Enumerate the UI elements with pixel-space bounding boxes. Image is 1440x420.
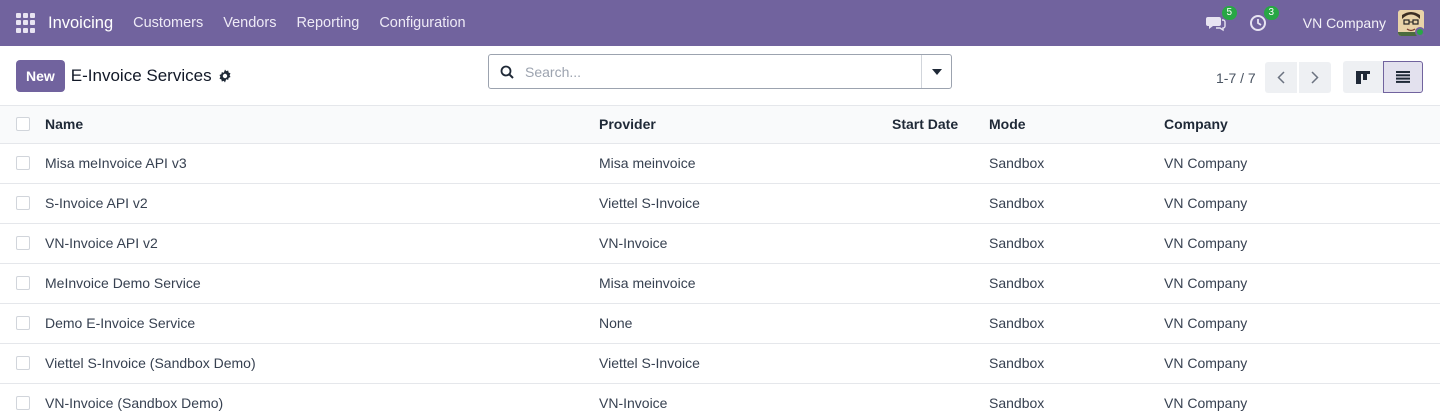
column-header-mode[interactable]: Mode — [989, 106, 1164, 144]
row-checkbox[interactable] — [16, 196, 30, 210]
messages-count-badge: 5 — [1221, 6, 1237, 20]
kanban-icon — [1356, 70, 1370, 84]
table-row[interactable]: VN-Invoice (Sandbox Demo) VN-Invoice San… — [0, 383, 1440, 420]
cell-start-date — [892, 223, 989, 264]
activities-button[interactable]: 3 — [1247, 6, 1279, 34]
column-header-company[interactable]: Company — [1164, 106, 1440, 144]
cell-start-date — [892, 183, 989, 224]
cell-mode: Sandbox — [989, 183, 1164, 224]
list-icon — [1396, 71, 1410, 83]
table-row[interactable]: MeInvoice Demo Service Misa meinvoice Sa… — [0, 263, 1440, 304]
column-header-name[interactable]: Name — [45, 106, 599, 144]
cell-provider: Misa meinvoice — [599, 143, 892, 184]
search-options-toggle[interactable] — [921, 55, 951, 88]
kanban-view-button[interactable] — [1343, 61, 1383, 93]
chevron-left-icon — [1277, 71, 1285, 84]
cell-start-date — [892, 143, 989, 184]
row-checkbox[interactable] — [16, 276, 30, 290]
cell-mode: Sandbox — [989, 263, 1164, 304]
control-panel: New E-Invoice Services 1-7 / 7 — [0, 46, 1440, 106]
table-header-row: Name Provider Start Date Mode Company — [0, 106, 1440, 144]
cell-company: VN Company — [1164, 183, 1440, 224]
row-checkbox[interactable] — [16, 396, 30, 410]
top-navbar: Invoicing Customers Vendors Reporting Co… — [0, 0, 1440, 46]
row-checkbox[interactable] — [16, 156, 30, 170]
cell-company: VN Company — [1164, 143, 1440, 184]
table-row[interactable]: S-Invoice API v2 Viettel S-Invoice Sandb… — [0, 183, 1440, 224]
cell-name: MeInvoice Demo Service — [45, 263, 599, 304]
column-header-start-date[interactable]: Start Date — [892, 106, 989, 144]
pager-previous-button[interactable] — [1264, 62, 1297, 93]
apps-grid-icon[interactable] — [16, 13, 36, 33]
pager-value[interactable]: 1-7 / 7 — [1216, 70, 1256, 86]
app-name[interactable]: Invoicing — [48, 14, 113, 33]
menu-customers[interactable]: Customers — [133, 15, 203, 31]
chevron-right-icon — [1311, 71, 1319, 84]
cell-name: VN-Invoice API v2 — [45, 223, 599, 264]
menu-configuration[interactable]: Configuration — [379, 15, 465, 31]
online-status-dot — [1415, 27, 1424, 36]
cell-name: S-Invoice API v2 — [45, 183, 599, 224]
row-checkbox[interactable] — [16, 356, 30, 370]
search-input[interactable] — [525, 55, 921, 88]
cell-mode: Sandbox — [989, 383, 1164, 420]
services-table: Name Provider Start Date Mode Company Mi… — [0, 106, 1440, 420]
cell-start-date — [892, 303, 989, 344]
company-switcher[interactable]: VN Company — [1303, 15, 1386, 31]
view-switcher — [1343, 54, 1423, 100]
menu-reporting[interactable]: Reporting — [296, 15, 359, 31]
user-avatar[interactable] — [1398, 10, 1424, 36]
systray: 5 3 VN Company — [1205, 0, 1440, 46]
cell-provider: Viettel S-Invoice — [599, 183, 892, 224]
cell-name: Misa meInvoice API v3 — [45, 143, 599, 184]
table-row[interactable]: Misa meInvoice API v3 Misa meinvoice San… — [0, 143, 1440, 184]
search-bar — [488, 54, 952, 89]
row-checkbox[interactable] — [16, 236, 30, 250]
cell-mode: Sandbox — [989, 143, 1164, 184]
column-header-provider[interactable]: Provider — [599, 106, 892, 144]
clock-icon — [1249, 15, 1266, 31]
pager-next-button[interactable] — [1298, 62, 1331, 93]
select-all-checkbox[interactable] — [16, 117, 30, 132]
cell-provider: Misa meinvoice — [599, 263, 892, 304]
cell-start-date — [892, 263, 989, 304]
cell-start-date — [892, 343, 989, 384]
pager: 1-7 / 7 — [1216, 62, 1331, 93]
activities-count-badge: 3 — [1263, 6, 1279, 20]
page-title: E-Invoice Services — [70, 65, 212, 85]
list-view-button[interactable] — [1383, 61, 1423, 93]
table-row[interactable]: Viettel S-Invoice (Sandbox Demo) Viettel… — [0, 343, 1440, 384]
cell-name: Viettel S-Invoice (Sandbox Demo) — [45, 343, 599, 384]
cell-name: VN-Invoice (Sandbox Demo) — [45, 383, 599, 420]
cell-mode: Sandbox — [989, 303, 1164, 344]
caret-down-icon — [931, 68, 942, 75]
messages-button[interactable]: 5 — [1205, 6, 1237, 34]
gear-icon[interactable] — [218, 69, 232, 83]
new-button[interactable]: New — [16, 59, 65, 92]
row-checkbox[interactable] — [16, 316, 30, 330]
cell-provider: Viettel S-Invoice — [599, 343, 892, 384]
cell-mode: Sandbox — [989, 223, 1164, 264]
menu-vendors[interactable]: Vendors — [223, 15, 276, 31]
cell-provider: None — [599, 303, 892, 344]
cell-mode: Sandbox — [989, 343, 1164, 384]
cell-company: VN Company — [1164, 303, 1440, 344]
cell-start-date — [892, 383, 989, 420]
table-row[interactable]: VN-Invoice API v2 VN-Invoice Sandbox VN … — [0, 223, 1440, 264]
cell-company: VN Company — [1164, 383, 1440, 420]
cell-company: VN Company — [1164, 343, 1440, 384]
cell-provider: VN-Invoice — [599, 383, 892, 420]
cell-name: Demo E-Invoice Service — [45, 303, 599, 344]
cell-company: VN Company — [1164, 263, 1440, 304]
search-icon — [489, 65, 525, 79]
cell-company: VN Company — [1164, 223, 1440, 264]
cell-provider: VN-Invoice — [599, 223, 892, 264]
table-row[interactable]: Demo E-Invoice Service None Sandbox VN C… — [0, 303, 1440, 344]
